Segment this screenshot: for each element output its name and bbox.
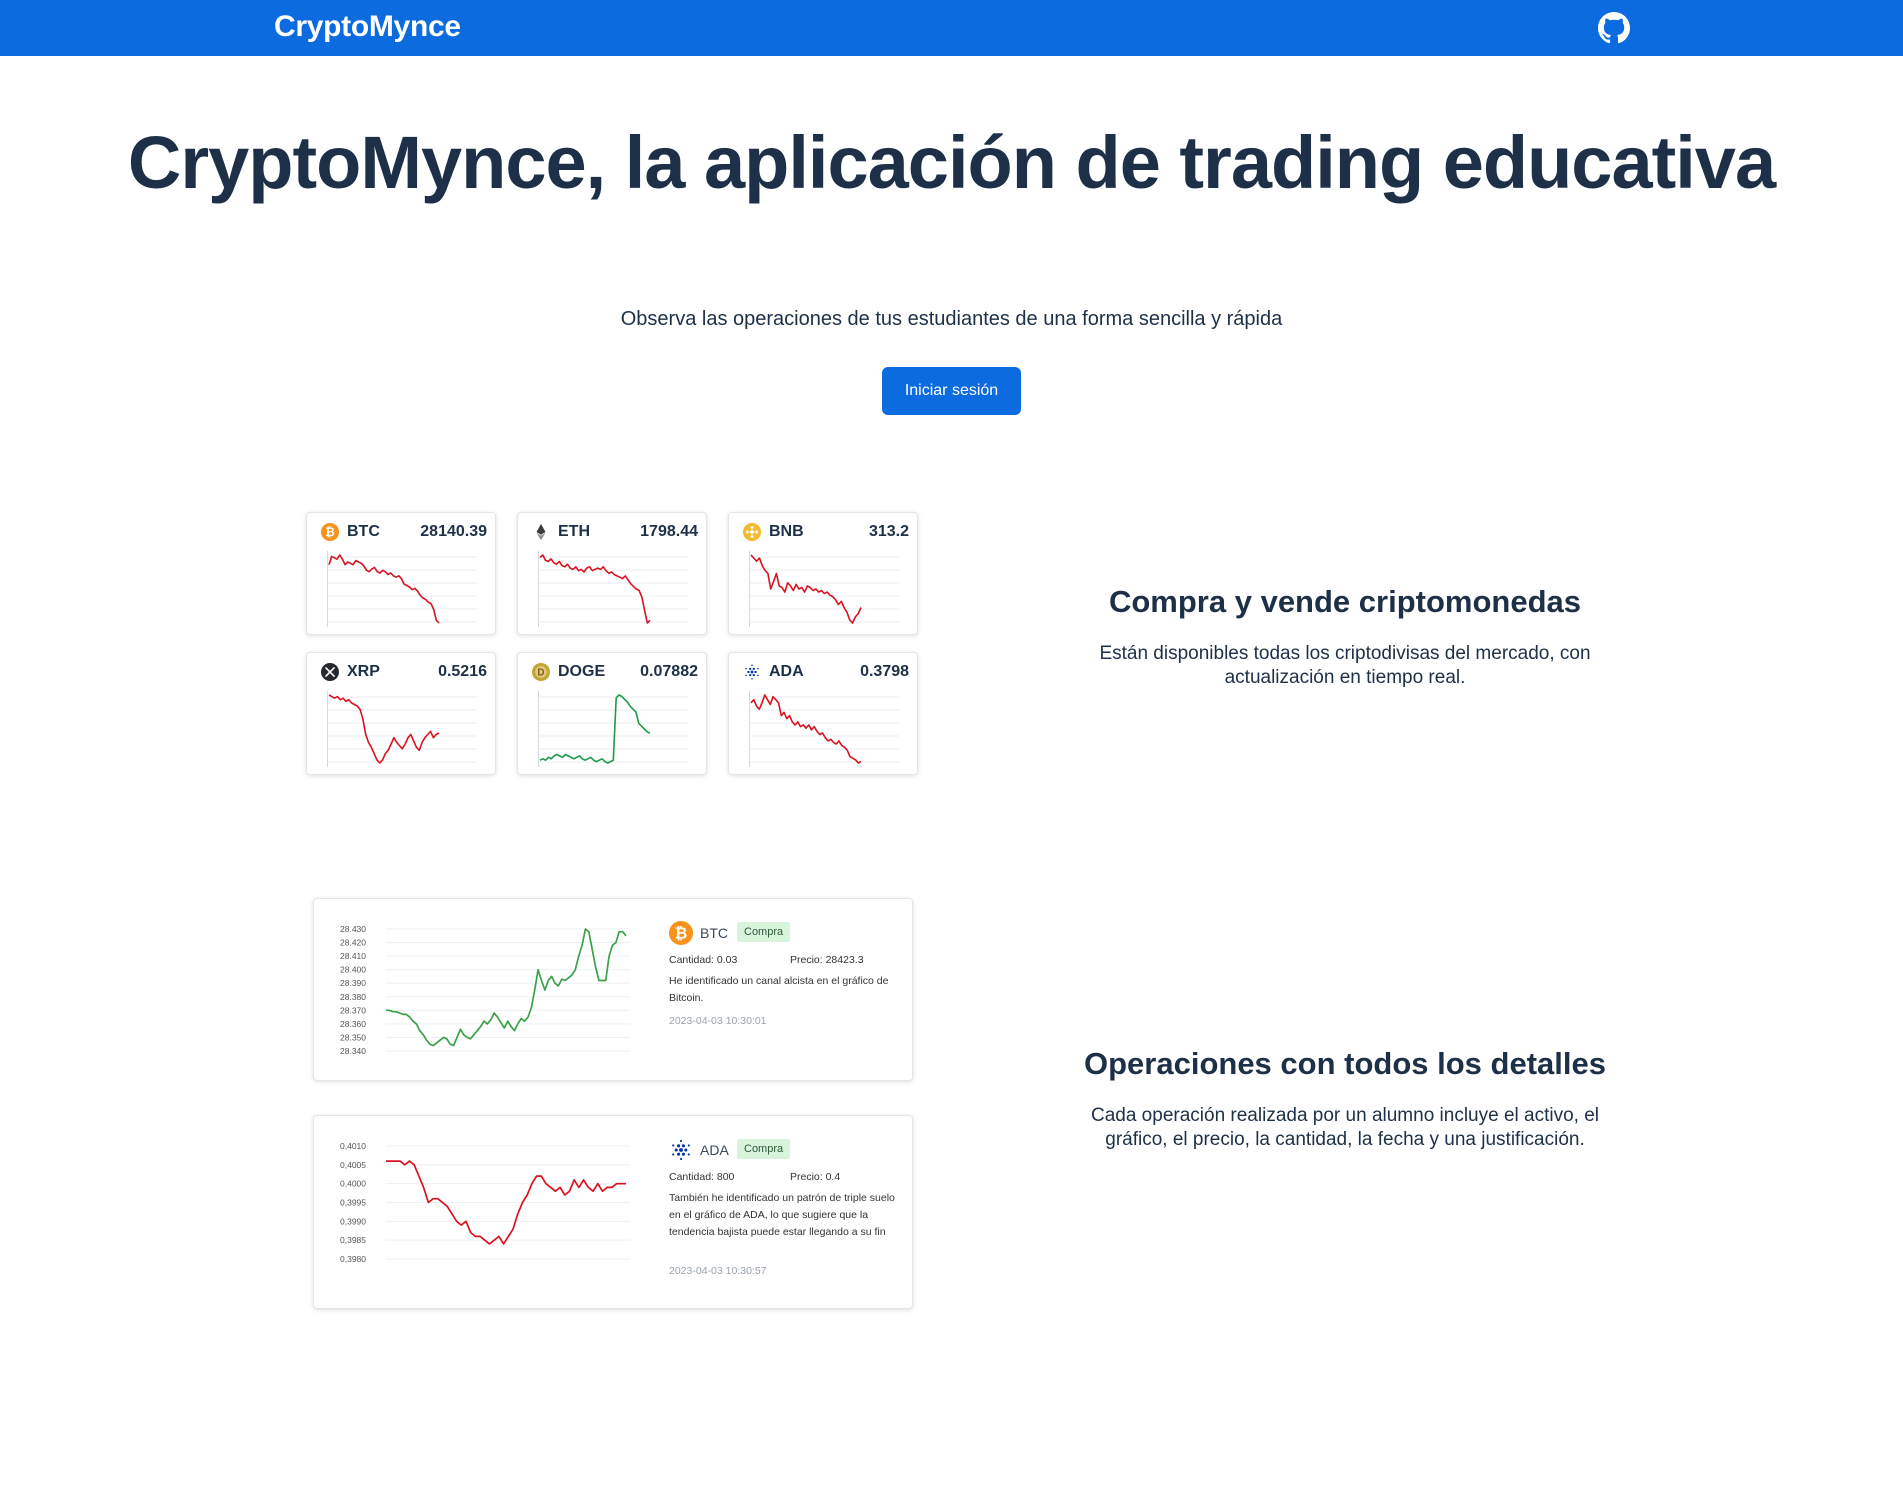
operation-chart-btc: 28.430 28.420 28.410 28.400 28.390 28.380 28.3…: [340, 924, 630, 1056]
operation-symbol: BTC: [700, 925, 728, 941]
login-button[interactable]: Iniciar sesión: [882, 367, 1021, 415]
sparkline-series: [750, 554, 862, 624]
operation-timestamp: 2023-04-03 10:30:01: [669, 1015, 767, 1027]
ticker-sparkline: [327, 691, 477, 767]
ada-icon: [743, 663, 761, 681]
y-tick-label: 0,4000: [340, 1179, 366, 1189]
feature-text-operations: Cada operación realizada por un alumno i…: [1090, 1105, 1600, 1150]
y-tick-label: 28.380: [340, 992, 366, 1002]
btc-icon: ₿: [669, 921, 693, 945]
hero-title: CryptoMynce, la aplicación de trading ed…: [127, 121, 1776, 204]
ticker-price: 28140.39: [420, 523, 487, 540]
sparkline-series: [539, 554, 651, 624]
y-tick-label: 28.350: [340, 1032, 366, 1042]
ticker-card-eth[interactable]: ETH 1798.44: [517, 512, 707, 635]
ticker-price: 0.07882: [640, 663, 698, 680]
ticker-card-ada[interactable]: ADA 0.3798: [728, 652, 918, 775]
svg-text:₿: ₿: [675, 924, 688, 942]
operation-symbol: ADA: [700, 1142, 729, 1158]
operation-badge-buy: Compra: [737, 1139, 791, 1159]
ticker-symbol: BNB: [769, 523, 804, 540]
bnb-icon: [743, 523, 761, 541]
ticker-price: 313.2: [868, 523, 909, 540]
operation-description: También he identificado un patrón de tri…: [669, 1192, 895, 1238]
y-tick-label: 28.370: [340, 1005, 366, 1015]
eth-icon: [532, 523, 550, 541]
navbar: CryptoMynce: [0, 0, 1903, 56]
eth-icon-glyph: [536, 523, 546, 541]
ticker-sparkline: [538, 691, 688, 767]
operation-badge-buy: Compra: [737, 922, 791, 942]
operation-card-btc[interactable]: 28.430 28.420 28.410 28.400 28.390 28.380 28.3…: [313, 898, 913, 1081]
operation-quantity: Cantidad: 800: [669, 1171, 735, 1183]
y-tick-label: 28.340: [340, 1046, 366, 1056]
operation-timestamp: 2023-04-03 10:30:57: [669, 1265, 767, 1277]
price-series: [386, 928, 627, 1047]
y-tick-label: 0,4005: [340, 1160, 366, 1170]
ticker-symbol: BTC: [347, 523, 380, 540]
operation-card-ada[interactable]: 0,4010 0,4005 0,4000 0,3995 0,3990 0,3985 0,39…: [313, 1115, 913, 1309]
y-tick-label: 28.360: [340, 1019, 366, 1029]
operation-chart-ada: 0,4010 0,4005 0,4000 0,3995 0,3990 0,3985 0,39…: [340, 1141, 630, 1264]
ticker-card-bnb[interactable]: BNB 313.2: [728, 512, 918, 635]
ticker-symbol: DOGE: [558, 663, 606, 680]
sparkline-series: [328, 554, 440, 624]
ticker-sparkline: [327, 551, 477, 627]
operation-price: Precio: 28423.3: [790, 954, 864, 966]
feature-title-operations: Operaciones con todos los detalles: [1084, 1046, 1606, 1081]
xrp-icon-glyph: [321, 663, 339, 681]
operation-quantity: Cantidad: 0.03: [669, 954, 738, 966]
y-tick-label: 0,4010: [340, 1141, 366, 1151]
ticker-card-doge[interactable]: D DOGE 0.07882: [517, 652, 707, 775]
xrp-icon: [321, 663, 339, 681]
btc-icon-glyph: ₿: [669, 921, 693, 945]
sparkline-series: [750, 694, 862, 764]
github-icon[interactable]: [1598, 12, 1630, 44]
y-tick-label: 0,3985: [340, 1235, 366, 1245]
y-tick-label: 28.430: [340, 924, 366, 934]
ticker-price: 0.3798: [860, 663, 909, 680]
feature-title-trade: Compra y vende criptomonedas: [1108, 584, 1581, 619]
doge-icon: D: [532, 663, 550, 681]
y-tick-label: 0,3980: [340, 1254, 366, 1264]
sparkline-series: [328, 694, 440, 764]
bnb-icon-glyph: [743, 523, 761, 541]
ticker-symbol: ADA: [769, 663, 804, 680]
y-tick-label: 0,3990: [340, 1216, 366, 1226]
ticker-sparkline: [749, 551, 899, 627]
ticker-card-btc[interactable]: ₿ BTC 28140.39: [306, 512, 496, 635]
operation-price: Precio: 0.4: [790, 1171, 841, 1183]
ada-icon-glyph: [745, 664, 759, 680]
ticker-symbol: XRP: [347, 663, 380, 680]
doge-icon-glyph: D: [532, 663, 550, 681]
sparkline-series: [539, 694, 651, 764]
ticker-price: 0.5216: [438, 663, 487, 680]
operation-description: He identificado un canal alcista en el g…: [669, 975, 889, 1004]
y-tick-label: 28.420: [340, 938, 366, 948]
ticker-card-xrp[interactable]: XRP 0.5216: [306, 652, 496, 775]
btc-icon: ₿: [321, 523, 339, 541]
ticker-symbol: ETH: [558, 523, 590, 540]
hero-subtitle: Observa las operaciones de tus estudiant…: [620, 308, 1283, 330]
btc-icon-glyph: ₿: [321, 523, 339, 541]
ticker-price: 1798.44: [640, 523, 698, 540]
feature-text-trade: Están disponibles todas los criptodivisa…: [1099, 643, 1591, 688]
ada-icon: [669, 1138, 693, 1162]
svg-text:D: D: [537, 668, 544, 679]
y-tick-label: 28.400: [340, 965, 366, 975]
brand-logo[interactable]: CryptoMynce: [274, 10, 461, 44]
y-tick-label: 28.410: [340, 951, 366, 961]
y-tick-label: 28.390: [340, 978, 366, 988]
svg-text:₿: ₿: [325, 526, 335, 539]
y-tick-label: 0,3995: [340, 1198, 366, 1208]
ticker-sparkline: [749, 691, 899, 767]
ada-icon-glyph: [672, 1139, 690, 1161]
ticker-sparkline: [538, 551, 688, 627]
